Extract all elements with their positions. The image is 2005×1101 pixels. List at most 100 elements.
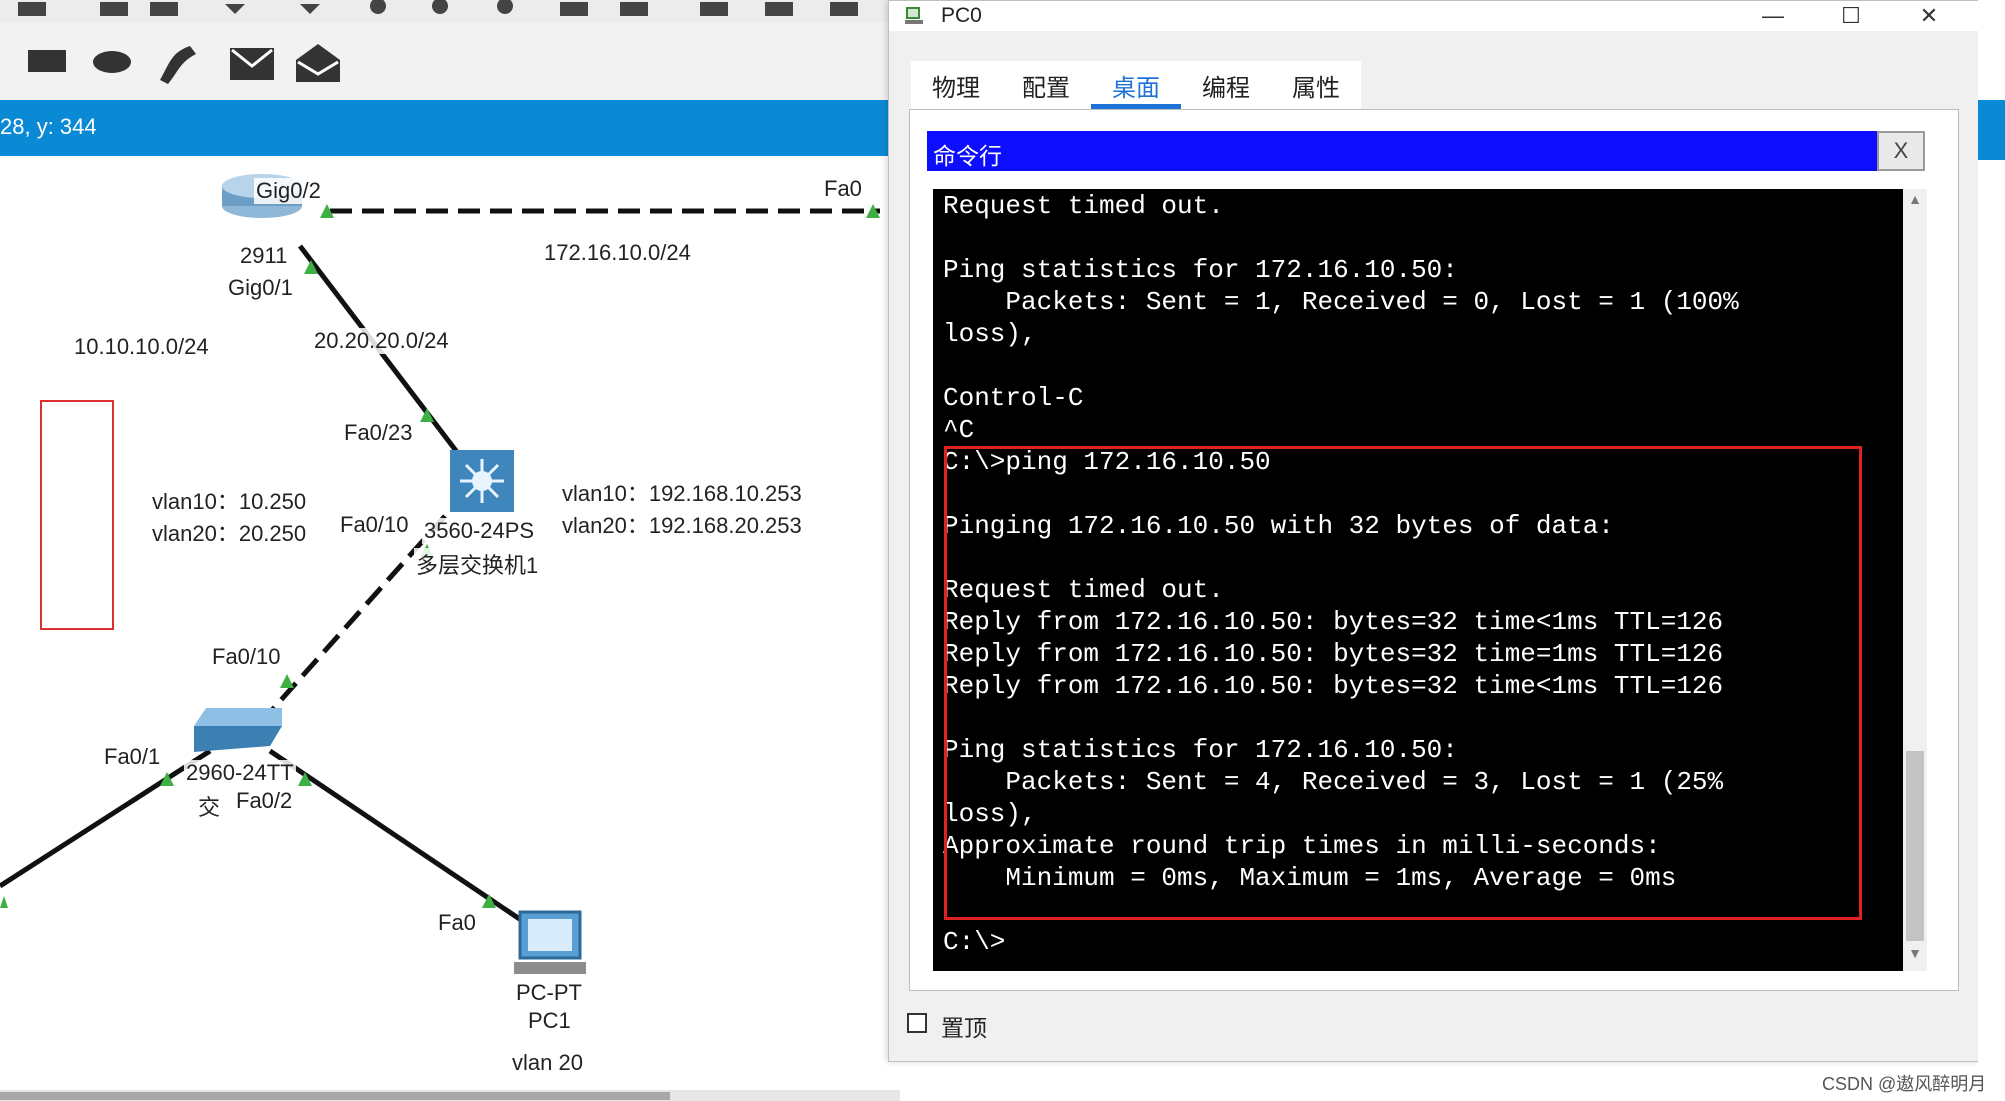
window-title: PC0 [941,4,982,27]
coordinate-bar: 28, y: 344 [0,100,900,156]
tool-icon[interactable] [18,2,46,16]
command-prompt-close-button[interactable]: X [1877,131,1925,171]
packet-tracer-pc-icon [905,7,923,24]
terminal-line: Minimum = 0ms, Maximum = 1ms, Average = … [943,863,1677,893]
dropdown-icon[interactable] [300,4,320,14]
pc-model-label: PC-PT [514,980,584,1006]
network-label-172: 172.16.10.0/24 [542,240,693,266]
terminal-line: Packets: Sent = 1, Received = 0, Lost = … [943,287,1739,317]
tool-icon[interactable] [765,2,793,16]
port-label-fa0-10-upper: Fa0/10 [338,512,411,538]
tab-attributes[interactable]: 属性 [1271,61,1361,109]
link-l2switch-left[interactable] [0,748,212,889]
port-label-fa0-1: Fa0/1 [102,744,163,770]
l2-switch-name-label: 交 [196,790,223,822]
watermark: CSDN @遨风醉明月 [1822,1074,1987,1094]
tab-desktop[interactable]: 桌面 [1091,61,1181,109]
scroll-down-icon[interactable]: ▼ [1903,945,1927,969]
zoom-out-icon[interactable] [432,0,448,14]
vlan20-left-label: vlan20：20.250 [150,516,309,548]
drawing-toolbar [0,22,900,100]
port-label-fa0-2: Fa0/2 [234,788,295,814]
terminal-line: C:\>ping 172.16.10.50 [943,447,1271,477]
rectangle-tool-icon[interactable] [28,50,66,72]
terminal-line: ^C [943,415,975,445]
terminal-prompt: C:\> [943,927,1006,957]
minimize-button[interactable]: — [1733,1,1813,31]
tab-config[interactable]: 配置 [1001,61,1091,109]
multilayer-switch-icon[interactable] [450,450,514,512]
terminal-line: Request timed out. [943,191,1224,221]
tool-icon[interactable] [100,2,128,16]
toolbar-icons-row [18,0,858,16]
coordinate-readout: 28, y: 344 [0,114,97,139]
maximize-button[interactable]: ☐ [1811,1,1891,31]
tool-icon[interactable] [830,2,858,16]
terminal-line: Packets: Sent = 4, Received = 3, Lost = … [943,767,1724,797]
tool-icon[interactable] [560,2,588,16]
tool-icon[interactable] [620,2,648,16]
l3-switch-model-label: 3560-24PS [422,518,537,544]
dropdown-icon[interactable] [225,4,245,14]
tab-physical[interactable]: 物理 [911,61,1001,109]
workspace[interactable]: 28, y: 344 Gig0/2 Fa0 172.16.10.0/24 291… [0,0,900,1101]
vlan20-right-label: vlan20：192.168.20.253 [560,508,804,540]
port-label-fa0-10-lower: Fa0/10 [210,644,283,670]
freeform-tool-icon[interactable] [160,46,196,84]
terminal-line: loss), [943,319,1037,349]
close-button[interactable]: ✕ [1889,1,1969,31]
tab-programming[interactable]: 编程 [1181,61,1271,109]
highlight-box [40,400,114,630]
port-label-fa0-23: Fa0/23 [342,420,415,446]
zoom-reset-icon[interactable] [497,0,513,14]
router-model-label: 2911 [238,243,290,269]
terminal-line: Reply from 172.16.10.50: bytes=32 time=1… [943,639,1724,669]
terminal-line: loss), [943,799,1037,829]
l2-switch-model-label: 2960-24TT [184,760,296,786]
pc-name-label: PC1 [526,1008,573,1034]
link-light [280,674,294,688]
vlan10-left-label: vlan10：10.250 [150,484,309,516]
terminal-line: Ping statistics for 172.16.10.50: [943,255,1458,285]
port-label-fa0-pc: Fa0 [436,910,478,936]
network-label-10: 10.10.10.0/24 [72,334,211,360]
right-panel-tab[interactable] [1978,100,2005,160]
terminal-line: Reply from 172.16.10.50: bytes=32 time<1… [943,671,1724,701]
add-complex-pdu-icon[interactable] [296,44,340,82]
tab-bar: 物理 配置 桌面 编程 属性 [911,61,1361,109]
terminal-line: Reply from 172.16.10.50: bytes=32 time<1… [943,607,1724,637]
zoom-in-icon[interactable] [370,0,386,14]
main-toolbar [0,0,900,23]
port-label-gig0-1: Gig0/1 [226,275,295,301]
terminal-line: Pinging 172.16.10.50 with 32 bytes of da… [943,511,1614,541]
always-on-top-checkbox[interactable] [907,1013,927,1033]
drawing-tools [28,44,340,84]
terminal-scrollbar-thumb[interactable] [1906,751,1924,941]
terminal-output[interactable]: Request timed out. Ping statistics for 1… [933,189,1903,971]
port-label-fa0-top: Fa0 [822,176,864,202]
pc-icon[interactable] [514,910,586,974]
pc-vlan-label: vlan 20 [510,1050,585,1076]
port-label-gig0-2: Gig0/2 [254,178,323,204]
l3-switch-name-label: 多层交换机1 [414,548,541,580]
pc0-window: PC0 — ☐ ✕ 物理 配置 桌面 编程 属性 命令行 X Request t… [888,0,1980,1062]
command-prompt-header: 命令行 X [927,131,1925,171]
terminal-line: Control-C [943,383,1084,413]
switch-icon[interactable] [194,708,282,752]
tool-icon[interactable] [150,2,178,16]
window-titlebar[interactable]: PC0 — ☐ ✕ [889,1,1979,31]
ellipse-tool-icon[interactable] [93,51,131,73]
terminal-line: Request timed out. [943,575,1224,605]
network-label-20: 20.20.20.0/24 [312,328,451,354]
tool-icon[interactable] [700,2,728,16]
link-light [0,896,8,908]
always-on-top-label: 置顶 [941,1015,987,1041]
terminal-line: Approximate round trip times in milli-se… [943,831,1661,861]
scroll-up-icon[interactable]: ▲ [1903,191,1927,215]
right-panel-strip [1978,0,2005,1101]
topology-canvas[interactable] [0,156,900,1090]
add-simple-pdu-icon[interactable] [230,48,274,80]
command-prompt-title: 命令行 [933,143,1002,169]
horizontal-scrollbar-thumb[interactable] [0,1092,670,1100]
terminal-line: Ping statistics for 172.16.10.50: [943,735,1458,765]
